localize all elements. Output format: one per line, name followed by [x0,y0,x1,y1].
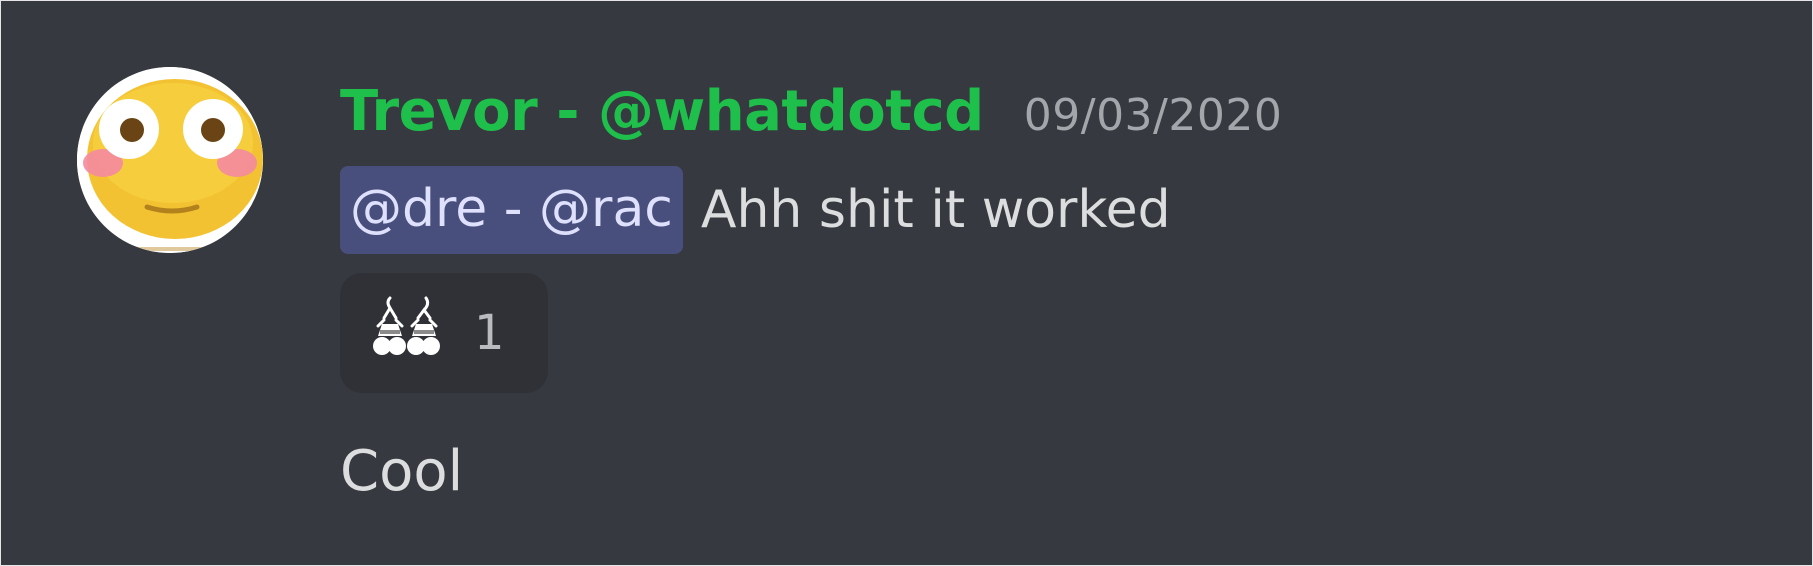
flushed-face-emoji-icon [77,67,263,253]
reaction-count: 1 [474,305,505,361]
user-mention[interactable]: @dre - @rac [340,166,683,254]
chat-message-pane: Trevor - @whatdotcd 09/03/2020 @dre - @r… [0,0,1813,566]
dancing-cherries-icon [370,296,444,370]
reaction-button[interactable]: 1 [340,273,548,393]
followup-message-text: Cool [340,439,464,504]
user-avatar[interactable] [77,67,263,253]
message-header: Trevor - @whatdotcd 09/03/2020 [340,79,1282,149]
username[interactable]: Trevor - @whatdotcd [340,79,984,144]
timestamp: 09/03/2020 [1023,90,1283,141]
message-content: @dre - @rac Ahh shit it worked [340,165,1171,255]
message-text: Ahh shit it worked [700,180,1171,240]
